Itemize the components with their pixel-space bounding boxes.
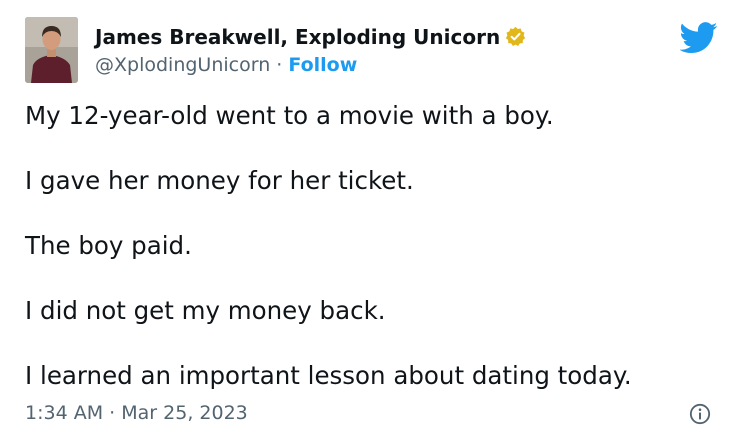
follow-button[interactable]: Follow — [288, 54, 357, 76]
author-handle-line: @XplodingUnicorn · Follow — [95, 53, 357, 77]
avatar[interactable] — [25, 17, 78, 83]
tweet-line: The boy paid. — [25, 231, 192, 260]
timestamp-time: 1:34 AM — [25, 402, 104, 424]
avatar-image — [25, 17, 78, 83]
tweet-body: My 12-year-old went to a movie with a bo… — [25, 96, 725, 421]
author-handle[interactable]: @XplodingUnicorn — [95, 54, 270, 76]
tweet-line: I did not get my money back. — [25, 296, 386, 325]
tweet-line: I gave her money for her ticket. — [25, 166, 414, 195]
author-name-text[interactable]: James Breakwell, Exploding Unicorn — [95, 25, 500, 49]
timestamp-separator: · — [109, 402, 116, 424]
handle-separator: · — [276, 54, 283, 76]
tweet-timestamp[interactable]: 1:34 AM · Mar 25, 2023 — [25, 401, 248, 425]
info-icon[interactable] — [689, 403, 711, 425]
twitter-bird-icon[interactable] — [680, 22, 718, 54]
tweet-card: James Breakwell, Exploding Unicorn @Xplo… — [0, 0, 740, 442]
author-display-name[interactable]: James Breakwell, Exploding Unicorn — [95, 24, 526, 50]
timestamp-date: Mar 25, 2023 — [121, 402, 248, 424]
tweet-line: My 12-year-old went to a movie with a bo… — [25, 101, 554, 130]
verified-badge-icon — [506, 26, 526, 46]
